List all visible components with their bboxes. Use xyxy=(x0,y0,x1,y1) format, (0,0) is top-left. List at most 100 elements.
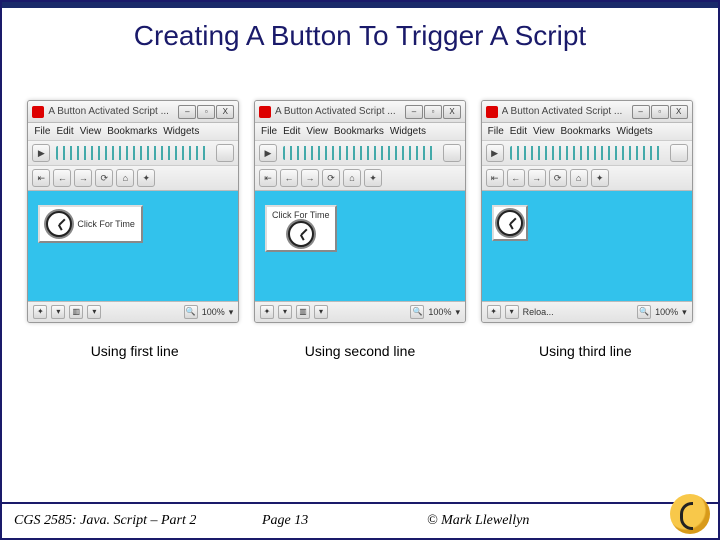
play-icon[interactable]: ▶ xyxy=(486,144,504,162)
menu-widgets[interactable]: Widgets xyxy=(390,126,426,137)
reload-icon[interactable]: ⟳ xyxy=(322,169,340,187)
status-panel-icon[interactable]: ▥ xyxy=(296,305,310,319)
opera-icon xyxy=(259,106,271,118)
reload-icon[interactable]: ⟳ xyxy=(549,169,567,187)
status-panel-icon[interactable]: ▥ xyxy=(69,305,83,319)
back-icon[interactable]: ← xyxy=(507,169,525,187)
menu-widgets[interactable]: Widgets xyxy=(163,126,199,137)
footer-course: CGS 2585: Java. Script – Part 2 xyxy=(14,513,244,529)
statusbar: ✦ ▾ Reloa... 🔍 100% ▾ xyxy=(482,301,692,322)
rewind-icon[interactable]: ⇤ xyxy=(32,169,50,187)
status-icon[interactable]: ✦ xyxy=(487,305,501,319)
address-bar[interactable] xyxy=(283,146,437,160)
magnify-icon[interactable]: 🔍 xyxy=(184,305,198,319)
maximize-button[interactable]: ▫ xyxy=(651,105,669,119)
ucf-logo-icon xyxy=(670,494,710,534)
footer-page: Page 13 xyxy=(262,513,308,529)
status-dropdown-icon[interactable]: ▾ xyxy=(505,305,519,319)
rewind-icon[interactable]: ⇤ xyxy=(259,169,277,187)
script-button[interactable]: Click For Time xyxy=(265,205,337,252)
wand-icon[interactable]: ✦ xyxy=(364,169,382,187)
menu-file[interactable]: File xyxy=(261,126,277,137)
toolbar: ▶ xyxy=(28,141,238,166)
status-dropdown-icon[interactable]: ▾ xyxy=(51,305,65,319)
maximize-button[interactable]: ▫ xyxy=(197,105,215,119)
wand-icon[interactable]: ✦ xyxy=(591,169,609,187)
forward-icon[interactable]: → xyxy=(301,169,319,187)
menu-bookmarks[interactable]: Bookmarks xyxy=(561,126,611,137)
window-title: A Button Activated Script ... xyxy=(48,106,178,117)
dropdown-icon[interactable]: ▾ xyxy=(682,307,687,318)
forward-icon[interactable]: → xyxy=(74,169,92,187)
window-titlebar: A Button Activated Script ... – ▫ X xyxy=(255,101,465,123)
top-accent-bar xyxy=(2,2,718,8)
dropdown-icon[interactable]: ▾ xyxy=(229,307,234,318)
page-content: Click For Time xyxy=(255,191,465,301)
toolbar-button[interactable] xyxy=(670,144,688,162)
menu-view[interactable]: View xyxy=(533,126,555,137)
toolbar-button[interactable] xyxy=(443,144,461,162)
close-button[interactable]: X xyxy=(216,105,234,119)
clock-icon xyxy=(497,210,523,236)
menu-edit[interactable]: Edit xyxy=(283,126,300,137)
toolbar: ▶ xyxy=(482,141,692,166)
browser-window-3: A Button Activated Script ... – ▫ X File… xyxy=(481,100,693,323)
back-icon[interactable]: ← xyxy=(53,169,71,187)
home-icon[interactable]: ⌂ xyxy=(116,169,134,187)
menu-view[interactable]: View xyxy=(306,126,328,137)
toolbar-button[interactable] xyxy=(216,144,234,162)
maximize-button[interactable]: ▫ xyxy=(424,105,442,119)
status-dropdown-icon[interactable]: ▾ xyxy=(87,305,101,319)
menubar: File Edit View Bookmarks Widgets xyxy=(28,123,238,141)
reload-icon[interactable]: ⟳ xyxy=(95,169,113,187)
status-dropdown-icon[interactable]: ▾ xyxy=(314,305,328,319)
menu-file[interactable]: File xyxy=(34,126,50,137)
status-icon[interactable]: ✦ xyxy=(33,305,47,319)
forward-icon[interactable]: → xyxy=(528,169,546,187)
menu-file[interactable]: File xyxy=(488,126,504,137)
menu-bookmarks[interactable]: Bookmarks xyxy=(107,126,157,137)
menu-widgets[interactable]: Widgets xyxy=(617,126,653,137)
script-button[interactable] xyxy=(492,205,528,241)
minimize-button[interactable]: – xyxy=(178,105,196,119)
window-titlebar: A Button Activated Script ... – ▫ X xyxy=(28,101,238,123)
statusbar: ✦ ▾ ▥ ▾ 🔍 100% ▾ xyxy=(28,301,238,322)
wand-icon[interactable]: ✦ xyxy=(137,169,155,187)
window-title: A Button Activated Script ... xyxy=(502,106,632,117)
toolbar: ▶ xyxy=(255,141,465,166)
zoom-level: 100% xyxy=(202,307,225,317)
minimize-button[interactable]: – xyxy=(405,105,423,119)
menu-edit[interactable]: Edit xyxy=(56,126,73,137)
magnify-icon[interactable]: 🔍 xyxy=(637,305,651,319)
rewind-icon[interactable]: ⇤ xyxy=(486,169,504,187)
script-button[interactable]: Click For Time xyxy=(38,205,143,243)
address-bar[interactable] xyxy=(510,146,664,160)
magnify-icon[interactable]: 🔍 xyxy=(410,305,424,319)
button-label: Click For Time xyxy=(272,210,330,220)
home-icon[interactable]: ⌂ xyxy=(343,169,361,187)
browser-window-1: A Button Activated Script ... – ▫ X File… xyxy=(27,100,239,323)
footer-copyright: © Mark Llewellyn xyxy=(427,513,529,529)
menu-bookmarks[interactable]: Bookmarks xyxy=(334,126,384,137)
menubar: File Edit View Bookmarks Widgets xyxy=(255,123,465,141)
caption-3: Using third line xyxy=(479,343,691,359)
close-button[interactable]: X xyxy=(670,105,688,119)
address-bar[interactable] xyxy=(56,146,210,160)
play-icon[interactable]: ▶ xyxy=(259,144,277,162)
navbar: ⇤ ← → ⟳ ⌂ ✦ xyxy=(255,166,465,191)
menu-edit[interactable]: Edit xyxy=(510,126,527,137)
navbar: ⇤ ← → ⟳ ⌂ ✦ xyxy=(482,166,692,191)
back-icon[interactable]: ← xyxy=(280,169,298,187)
reload-text: Reloa... xyxy=(523,307,554,317)
home-icon[interactable]: ⌂ xyxy=(570,169,588,187)
status-icon[interactable]: ✦ xyxy=(260,305,274,319)
browser-windows-row: A Button Activated Script ... – ▫ X File… xyxy=(2,100,718,323)
menu-view[interactable]: View xyxy=(80,126,102,137)
play-icon[interactable]: ▶ xyxy=(32,144,50,162)
dropdown-icon[interactable]: ▾ xyxy=(455,307,460,318)
close-button[interactable]: X xyxy=(443,105,461,119)
status-dropdown-icon[interactable]: ▾ xyxy=(278,305,292,319)
minimize-button[interactable]: – xyxy=(632,105,650,119)
page-content: Click For Time xyxy=(28,191,238,301)
opera-icon xyxy=(486,106,498,118)
